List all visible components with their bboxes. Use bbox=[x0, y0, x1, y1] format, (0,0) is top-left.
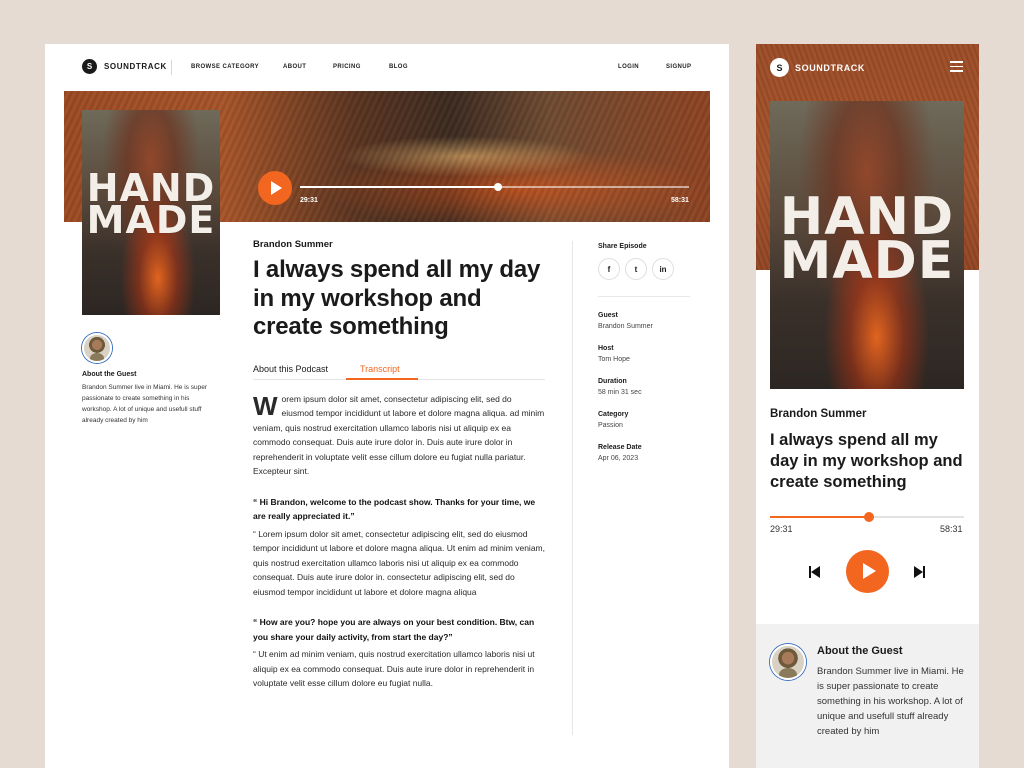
facebook-icon[interactable]: f bbox=[598, 258, 620, 280]
mobile-play-button[interactable] bbox=[846, 550, 889, 593]
guest-card: About the Guest Brandon Summer live in M… bbox=[82, 333, 212, 426]
content-tabs: About this Podcast Transcript bbox=[253, 360, 545, 380]
guest-heading: About the Guest bbox=[82, 371, 137, 378]
nav-about[interactable]: ABOUT bbox=[283, 64, 306, 70]
brand-name: SOUNDTRACK bbox=[104, 62, 167, 71]
meta-duration-label: Duration bbox=[598, 378, 627, 385]
twitter-icon[interactable]: t bbox=[625, 258, 647, 280]
brand-logo[interactable]: S SOUNDTRACK bbox=[82, 59, 167, 74]
meta-duration: Duration 58 min 31 sec bbox=[598, 378, 692, 396]
question-2: “ How are you? hope you are always on yo… bbox=[253, 617, 535, 642]
logo-mark-icon: S bbox=[770, 58, 789, 77]
answer-1: “ Lorem ipsum dolor sit amet, consectetu… bbox=[253, 528, 545, 597]
top-nav: S SOUNDTRACK BROWSE CATEGORY ABOUT PRICI… bbox=[45, 44, 729, 90]
skip-previous-icon[interactable] bbox=[809, 566, 821, 578]
signup-link[interactable]: SIGNUP bbox=[666, 64, 691, 70]
cover-title: HAND MADE bbox=[770, 191, 964, 292]
login-link[interactable]: LOGIN bbox=[618, 64, 639, 70]
meta-host-value: Tom Hope bbox=[598, 356, 630, 363]
mobile-guest-avatar bbox=[770, 644, 806, 680]
progress-fill bbox=[300, 186, 499, 188]
mobile-progress-handle[interactable] bbox=[863, 512, 874, 522]
sidebar-divider bbox=[598, 296, 690, 297]
audio-player: 29:31 58:31 bbox=[258, 169, 710, 209]
meta-release: Release Date Apr 06, 2023 bbox=[598, 444, 692, 462]
share-heading: Share Episode bbox=[598, 243, 647, 250]
cover-title-line-2: MADE bbox=[86, 198, 216, 243]
episode-sidebar: Share Episode f t in Guest Brandon Summe… bbox=[598, 243, 692, 462]
mobile-episode-cover: HAND MADE bbox=[770, 101, 964, 389]
meta-host: Host Tom Hope bbox=[598, 345, 692, 363]
progress-bar[interactable] bbox=[300, 183, 689, 191]
column-divider bbox=[572, 241, 573, 735]
brand-name: SOUNDTRACK bbox=[795, 62, 865, 73]
mobile-progress-fill bbox=[770, 516, 869, 518]
meta-guest-value: Brandon Summer bbox=[598, 323, 653, 330]
mobile-episode-title: I always spend all my day in my workshop… bbox=[770, 431, 963, 491]
episode-author: Brandon Summer bbox=[253, 239, 333, 250]
meta-guest-label: Guest bbox=[598, 312, 618, 319]
menu-icon[interactable] bbox=[950, 61, 963, 72]
active-tab-indicator bbox=[346, 377, 418, 380]
mobile-page: S SOUNDTRACK HAND MADE Brandon Summer I … bbox=[756, 44, 979, 768]
share-buttons: f t in bbox=[598, 258, 692, 280]
current-time: 29:31 bbox=[300, 197, 318, 204]
mobile-current-time: 29:31 bbox=[770, 524, 793, 534]
answer-2: “ Ut enim ad minim veniam, quis nostrud … bbox=[253, 649, 535, 688]
skip-next-icon[interactable] bbox=[913, 566, 925, 578]
cover-title: HAND MADE bbox=[82, 169, 220, 243]
meta-category: Category Passion bbox=[598, 411, 692, 429]
episode-title: I always spend all my day in my workshop… bbox=[253, 256, 541, 340]
transcript-intro: Worem ipsum dolor sit amet, consectetur … bbox=[253, 392, 545, 479]
logo-mark-icon: S bbox=[82, 59, 97, 74]
play-button[interactable] bbox=[258, 171, 292, 205]
mobile-guest-card: About the Guest Brandon Summer live in M… bbox=[756, 624, 979, 768]
drop-cap: W bbox=[253, 390, 278, 421]
tab-transcript[interactable]: Transcript bbox=[360, 364, 400, 374]
episode-content: Brandon Summer I always spend all my day… bbox=[253, 239, 545, 691]
nav-blog[interactable]: BLOG bbox=[389, 64, 408, 70]
meta-host-label: Host bbox=[598, 345, 614, 352]
desktop-page: S SOUNDTRACK BROWSE CATEGORY ABOUT PRICI… bbox=[45, 44, 729, 768]
mobile-episode-author: Brandon Summer bbox=[770, 408, 867, 420]
total-time: 58:31 bbox=[671, 197, 689, 204]
meta-category-value: Passion bbox=[598, 422, 623, 429]
nav-browse-category[interactable]: BROWSE CATEGORY bbox=[191, 64, 259, 70]
mobile-guest-heading: About the Guest bbox=[817, 645, 903, 657]
guest-avatar bbox=[82, 333, 112, 363]
question-1: “ Hi Brandon, welcome to the podcast sho… bbox=[253, 496, 536, 522]
mobile-progress-bar[interactable] bbox=[770, 512, 964, 522]
mobile-total-time: 58:31 bbox=[940, 524, 963, 534]
nav-pricing[interactable]: PRICING bbox=[333, 64, 361, 70]
tab-about-podcast[interactable]: About this Podcast bbox=[253, 364, 328, 374]
mobile-guest-bio: Brandon Summer live in Miami. He is supe… bbox=[817, 666, 964, 737]
progress-handle[interactable] bbox=[494, 183, 503, 191]
meta-release-value: Apr 06, 2023 bbox=[598, 455, 639, 462]
meta-guest: Guest Brandon Summer bbox=[598, 312, 692, 330]
episode-cover: HAND MADE bbox=[82, 110, 220, 315]
meta-category-label: Category bbox=[598, 411, 629, 418]
meta-release-label: Release Date bbox=[598, 444, 642, 451]
transcript-intro-text: orem ipsum dolor sit amet, consectetur a… bbox=[253, 393, 545, 477]
cover-title-line-2: MADE bbox=[779, 231, 955, 292]
mobile-brand-logo[interactable]: S SOUNDTRACK bbox=[770, 58, 865, 77]
guest-bio: Brandon Summer live in Miami. He is supe… bbox=[82, 384, 207, 424]
linkedin-icon[interactable]: in bbox=[652, 258, 674, 280]
nav-divider bbox=[171, 60, 172, 75]
meta-duration-value: 58 min 31 sec bbox=[598, 389, 642, 396]
